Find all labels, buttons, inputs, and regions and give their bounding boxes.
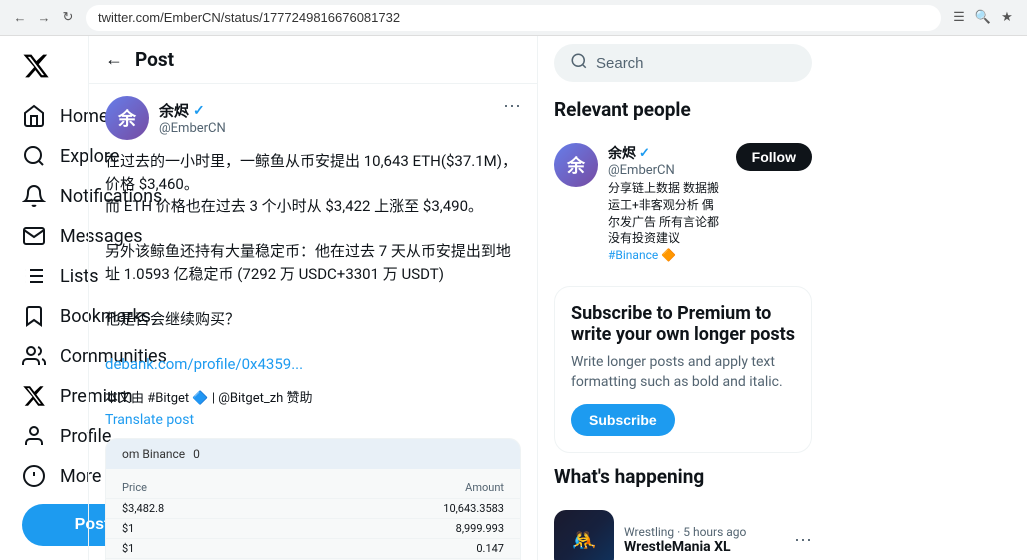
verified-icon: ✓ (193, 103, 205, 119)
messages-icon (22, 224, 46, 248)
rp-avatar: 余 (554, 143, 598, 187)
tweet-line-2: 而 ETH 价格也在过去 3 个小时从 $3,422 上涨至 $3,490。 (105, 195, 521, 218)
browser-controls: ← → ↻ (12, 10, 76, 26)
author-details: 余烬 ✓ @EmberCN (159, 100, 226, 136)
forward-icon[interactable]: → (36, 10, 52, 26)
premium-desc: Write longer posts and apply text format… (571, 353, 795, 392)
bookmark-icon[interactable]: ★ (999, 10, 1015, 26)
rp-bio-link[interactable]: #Binance (608, 248, 658, 262)
premium-box: Subscribe to Premium to write your own l… (554, 286, 812, 453)
tweet-image-card: om Binance 0 Price Amount $3,482.8 10,64… (105, 438, 521, 560)
search-browser-icon[interactable]: 🔍 (975, 10, 991, 26)
post-title: Post (135, 48, 174, 71)
tweet-link[interactable]: debank.com/profile/0x4359... (105, 355, 303, 373)
tweet-more-button[interactable]: ⋯ (503, 96, 521, 117)
whats-happening-title: What's happening (554, 465, 812, 488)
tweet-line-6: 他是否会继续购买？ (105, 308, 521, 331)
tweet-container: 余 余烬 ✓ @EmberCN ⋯ 在过去的一小时里，一鲸鱼从币安提出 10,6… (89, 84, 537, 560)
translate-icon[interactable]: ☰ (951, 10, 967, 26)
search-icon (570, 52, 588, 74)
trending-item-wrestlemania: 🤼 Wrestling · 5 hours ago WrestleMania X… (554, 500, 812, 560)
tweet-author-info: 余 余烬 ✓ @EmberCN (105, 96, 226, 140)
post-view-header: ← Post (89, 36, 537, 84)
browser-action-icons: ☰ 🔍 ★ (951, 10, 1015, 26)
tweet-header: 余 余烬 ✓ @EmberCN ⋯ (105, 96, 521, 140)
image-top-section: om Binance 0 (106, 439, 520, 469)
back-icon[interactable]: ← (12, 10, 28, 26)
trending-topic: WrestleMania XL (624, 539, 784, 555)
premium-title: Subscribe to Premium to write your own l… (571, 303, 795, 345)
more-icon (22, 464, 46, 488)
premium-icon (22, 384, 46, 408)
wrestlemania-image: 🤼 (554, 510, 614, 560)
communities-icon (22, 344, 46, 368)
image-text-1: om Binance (122, 447, 185, 461)
home-icon (22, 104, 46, 128)
tweet-sponsor: 本文由 #Bitget 🔷 | @Bitget_zh 赞助 (105, 387, 521, 406)
refresh-icon[interactable]: ↻ (60, 10, 76, 26)
address-bar: ← → ↻ ☰ 🔍 ★ (0, 0, 1027, 36)
author-name: 余烬 ✓ (159, 100, 226, 121)
relevant-people-title: Relevant people (554, 98, 812, 121)
follow-button[interactable]: Follow (736, 143, 812, 171)
rp-handle: @EmberCN (608, 163, 726, 178)
tweet-content: 在过去的一小时里，一鲸鱼从币安提出 10,643 ETH($37.1M)，价格 … (105, 150, 521, 375)
tweet-table: Price Amount $3,482.8 10,643.3583 $1 8,9… (106, 469, 520, 560)
main-layout: Home Explore Notifications (0, 36, 1027, 560)
rp-verified-icon: ✓ (639, 146, 650, 161)
subscribe-button[interactable]: Subscribe (571, 404, 675, 436)
x-logo[interactable] (12, 44, 60, 92)
profile-icon (22, 424, 46, 448)
table-header: Price Amount (106, 477, 520, 499)
table-row: $1 0.147 (106, 539, 520, 559)
rp-info: 余烬 ✓ @EmberCN 分享链上数据 数据搬运工+非客观分析 偶尔发广告 所… (608, 143, 726, 264)
trending-category: Wrestling · 5 hours ago (624, 525, 784, 539)
trending-more-icon[interactable]: ⋯ (794, 530, 812, 551)
table-row: $3,482.8 10,643.3583 (106, 499, 520, 519)
sidebar: Home Explore Notifications (0, 36, 88, 560)
relevant-people-section: Relevant people 余 余烬 ✓ @EmberCN 分享链上数据 数… (554, 98, 812, 274)
search-box (554, 44, 812, 82)
whats-happening-section: What's happening 🤼 Wrestling · 5 hours a… (554, 465, 812, 560)
url-bar[interactable] (86, 5, 941, 31)
rp-bio: 分享链上数据 数据搬运工+非客观分析 偶尔发广告 所有言论都没有投资建议 #Bi… (608, 180, 726, 264)
author-handle: @EmberCN (159, 121, 226, 136)
center-column: ← Post 余 余烬 ✓ @EmberCN ⋯ (88, 36, 538, 560)
avatar: 余 (105, 96, 149, 140)
relevant-person: 余 余烬 ✓ @EmberCN 分享链上数据 数据搬运工+非客观分析 偶尔发广告… (554, 133, 812, 274)
search-input[interactable] (596, 55, 796, 72)
tweet-line-1: 在过去的一小时里，一鲸鱼从币安提出 10,643 ETH($37.1M)，价格 … (105, 150, 521, 195)
notifications-icon (22, 184, 46, 208)
tweet-line-4: 另外该鲸鱼还持有大量稳定币：他在过去 7 天从币安提出到地址 1.0593 亿稳… (105, 240, 521, 285)
explore-icon (22, 144, 46, 168)
right-sidebar: Relevant people 余 余烬 ✓ @EmberCN 分享链上数据 数… (538, 36, 828, 560)
rp-name: 余烬 ✓ (608, 143, 726, 163)
lists-icon (22, 264, 46, 288)
trending-info: Wrestling · 5 hours ago WrestleMania XL (624, 525, 784, 555)
bookmarks-icon (22, 304, 46, 328)
table-row: $1 8,999.993 (106, 519, 520, 539)
translate-button[interactable]: Translate post (105, 412, 521, 428)
back-button[interactable]: ← (105, 49, 123, 70)
image-text-2: 0 (193, 447, 200, 461)
